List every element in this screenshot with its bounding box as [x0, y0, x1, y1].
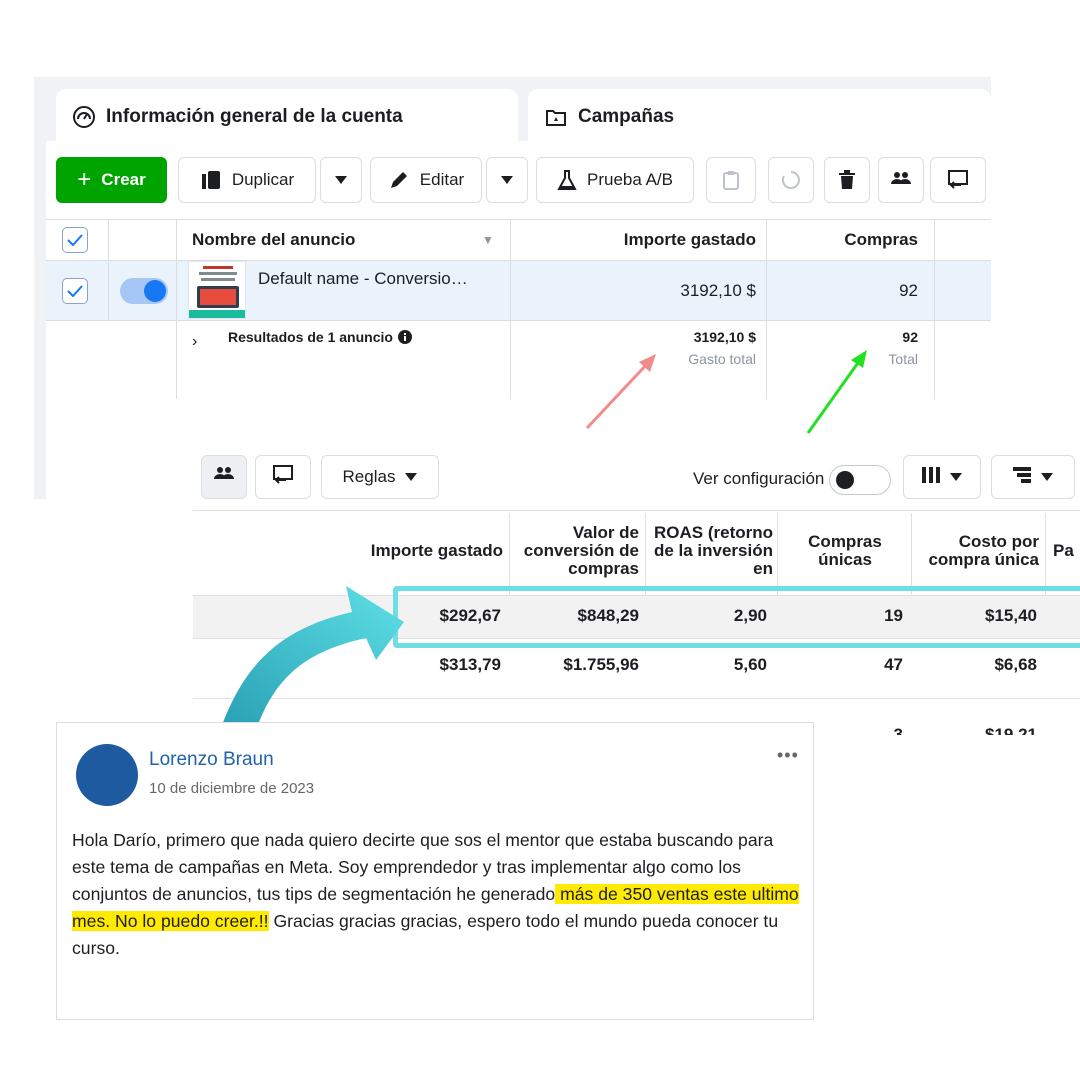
edit-dropdown-button[interactable] [486, 157, 528, 203]
audience-button[interactable] [878, 157, 924, 203]
clipboard-icon [723, 170, 739, 190]
column-header-name[interactable]: Nombre del anuncio [192, 220, 492, 260]
cell-roas: 5,60 [733, 655, 767, 674]
ad-active-toggle[interactable] [120, 261, 170, 320]
summary-spent-caption: Gasto total [688, 351, 756, 367]
create-button[interactable]: + Crear [56, 157, 167, 203]
cell-conversion-value: $1.755,96 [563, 655, 639, 674]
select-all-checkbox[interactable] [62, 220, 92, 260]
create-label: Crear [101, 170, 146, 189]
sort-caret-icon[interactable]: ▼ [482, 220, 502, 260]
table-row[interactable]: $313,79 $1.755,96 5,60 47 $6,68 [193, 639, 1080, 699]
pencil-icon [388, 169, 410, 191]
ads-toolbar: + Crear Duplicar Editar Prueba A/B [46, 141, 991, 219]
table-row[interactable]: Default name - Conversio… 3192,10 $ 92 [46, 261, 991, 321]
ad-spent: 3192,10 $ [680, 280, 756, 300]
rules-dropdown-button[interactable]: Reglas [321, 455, 439, 499]
export-button[interactable] [930, 157, 986, 203]
clipboard-button[interactable] [706, 157, 756, 203]
trash-icon [838, 170, 856, 190]
results-summary-row: › Resultados de 1 anuncio 3192,10 $ Gast… [46, 321, 991, 399]
caret-down-icon [405, 473, 418, 481]
tab-campaigns-label: Campañas [578, 106, 675, 127]
column-header-purchases[interactable]: Compras [766, 220, 918, 260]
duplicate-label: Duplicar [231, 170, 295, 189]
caret-down-icon [1041, 473, 1053, 481]
column-header-cost-per-purchase[interactable]: Costo por compra única [921, 513, 1039, 589]
view-config-label: Ver configuración [693, 469, 825, 488]
columns-icon [922, 466, 940, 488]
undo-button[interactable] [768, 157, 814, 203]
column-header-spent[interactable]: Importe gastado [353, 513, 503, 589]
caret-down-icon [335, 176, 347, 184]
people-icon [890, 170, 912, 190]
row-checkbox[interactable] [62, 261, 92, 320]
edit-button[interactable]: Editar [370, 157, 482, 203]
ad-thumbnail-image [188, 261, 246, 319]
campaigns-content: + Crear Duplicar Editar Prueba A/B Nombr… [46, 141, 991, 499]
export-icon [947, 169, 969, 191]
summary-purchases-caption: Total [888, 351, 918, 367]
column-header-truncated[interactable]: Pa [1053, 513, 1080, 589]
report-toolbar: Reglas Ver configuración [193, 447, 1080, 511]
avatar[interactable] [76, 744, 138, 806]
gauge-icon [72, 105, 96, 129]
breakdown-button[interactable] [991, 455, 1075, 499]
table-header: Nombre del anuncio ▼ Importe gastado Com… [46, 219, 991, 261]
more-options-icon[interactable]: ••• [777, 745, 799, 766]
summary-label-text: Resultados de 1 anuncio [228, 329, 393, 345]
cell-cost-per-purchase: $6,68 [994, 655, 1037, 674]
flask-icon [557, 169, 577, 191]
column-header-roas[interactable]: ROAS (retorno de la inversión en [651, 513, 773, 589]
cell-cost-per-purchase: $19,21 [985, 725, 1037, 735]
summary-spent: 3192,10 $ [693, 329, 756, 345]
rules-label: Reglas [342, 467, 396, 486]
testimonial-card: Lorenzo Braun 10 de diciembre de 2023 ••… [56, 722, 814, 1020]
export-icon [272, 464, 294, 491]
plus-icon: + [77, 166, 92, 193]
highlight-box [393, 586, 1080, 648]
summary-label: Resultados de 1 anuncio [228, 329, 488, 345]
duplicate-icon [200, 169, 222, 191]
column-header-unique-purchases[interactable]: Compras únicas [793, 513, 897, 589]
export-button[interactable] [255, 455, 311, 499]
duplicate-dropdown-button[interactable] [320, 157, 362, 203]
tab-campaigns[interactable]: Campañas [528, 89, 991, 145]
testimonial-text: Hola Darío, primero que nada quiero deci… [72, 827, 807, 962]
cell-spent: $313,79 [439, 655, 501, 674]
column-header-spent[interactable]: Importe gastado [510, 220, 756, 260]
audience-button[interactable] [201, 455, 247, 499]
delete-button[interactable] [824, 157, 870, 203]
caret-down-icon [501, 176, 513, 184]
post-date: 10 de diciembre de 2023 [149, 780, 315, 797]
author-name[interactable]: Lorenzo Braun [149, 749, 274, 771]
ads-manager-panel: Información general de la cuenta Campaña… [34, 77, 991, 499]
ad-purchases: 92 [899, 280, 918, 300]
columns-button[interactable] [903, 455, 981, 499]
ab-test-label: Prueba A/B [586, 170, 673, 189]
undo-icon [781, 170, 801, 190]
edit-label: Editar [419, 170, 465, 189]
view-config-switch[interactable] [829, 465, 891, 495]
info-icon[interactable] [397, 330, 412, 344]
tab-account-label: Información general de la cuenta [106, 106, 403, 127]
column-header-conversion-value[interactable]: Valor de conversión de compras [519, 513, 639, 589]
breakdown-icon [1013, 466, 1031, 488]
cell-unique-purchases: 47 [884, 655, 903, 674]
tab-account-overview[interactable]: Información general de la cuenta [56, 89, 518, 145]
ad-name[interactable]: Default name - Conversio… [258, 261, 508, 320]
folder-icon [544, 105, 568, 129]
caret-down-icon [950, 473, 962, 481]
duplicate-button[interactable]: Duplicar [178, 157, 316, 203]
chevron-right-icon[interactable]: › [192, 333, 212, 351]
ab-test-button[interactable]: Prueba A/B [536, 157, 694, 203]
summary-purchases: 92 [902, 329, 918, 345]
people-icon [213, 465, 235, 490]
